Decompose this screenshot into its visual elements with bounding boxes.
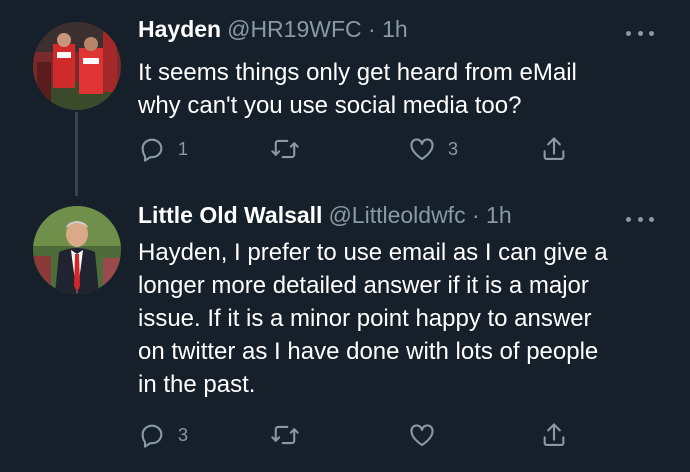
tweet-text: It seems things only get heard from eMai… xyxy=(138,56,668,122)
share-icon xyxy=(543,137,565,160)
reply-count: 3 xyxy=(178,424,189,445)
username-handle[interactable]: @Littleoldwfc xyxy=(328,202,465,228)
like-icon xyxy=(410,138,434,160)
avatar[interactable] xyxy=(33,22,121,110)
more-icon[interactable] xyxy=(626,214,654,224)
share-button[interactable] xyxy=(540,418,568,452)
like-count: 3 xyxy=(448,138,459,159)
tweet[interactable]: Little Old Walsall @Littleoldwfc · 1h Hay… xyxy=(0,196,690,472)
username-handle[interactable]: @HR19WFC xyxy=(227,16,362,42)
tweet[interactable]: Hayden @HR19WFC · 1h It seems things only… xyxy=(0,0,690,196)
tweet-text-line: on twitter as I have done with lots of p… xyxy=(138,338,599,365)
tweet-actions: 1 3 xyxy=(138,132,578,166)
tweet-text-line: issue. If it is a minor point happy to a… xyxy=(138,305,592,332)
tweet-text-line: It seems things only get heard from eMai… xyxy=(138,59,577,86)
tweet-text: Hayden, I prefer to use email as I can g… xyxy=(138,236,668,401)
separator-dot: · xyxy=(471,202,480,228)
retweet-icon xyxy=(271,425,299,445)
tweet-actions: 3 xyxy=(138,418,578,452)
separator-dot: · xyxy=(368,16,376,42)
tweet-header: Little Old Walsall @Littleoldwfc · 1h xyxy=(138,202,512,236)
share-icon xyxy=(543,423,565,446)
reply-icon xyxy=(141,424,163,448)
tweet-text-line: why can't you use social media too? xyxy=(138,92,522,119)
tweet-text-line: Hayden, I prefer to use email as I can g… xyxy=(138,239,608,266)
tweet-text-line: in the past. xyxy=(138,371,256,398)
display-name[interactable]: Little Old Walsall xyxy=(138,202,322,228)
timestamp[interactable]: 1h xyxy=(382,16,408,42)
tweet-text-line: longer more detailed answer if it is a m… xyxy=(138,272,589,299)
tweet-header: Hayden @HR19WFC · 1h xyxy=(138,16,408,50)
like-button[interactable] xyxy=(408,418,448,452)
reply-count: 1 xyxy=(178,138,189,159)
display-name[interactable]: Hayden xyxy=(138,16,221,42)
retweet-button[interactable] xyxy=(270,418,312,452)
avatar[interactable] xyxy=(33,206,121,294)
share-button[interactable] xyxy=(540,132,568,166)
retweet-icon xyxy=(271,139,299,159)
like-icon xyxy=(410,424,434,446)
like-button[interactable]: 3 xyxy=(408,132,458,166)
reply-button[interactable]: 3 xyxy=(138,418,188,452)
timestamp[interactable]: 1h xyxy=(486,202,512,228)
more-icon[interactable] xyxy=(626,28,654,38)
retweet-button[interactable] xyxy=(270,132,312,166)
reply-icon xyxy=(141,138,163,162)
reply-button[interactable]: 1 xyxy=(138,132,188,166)
